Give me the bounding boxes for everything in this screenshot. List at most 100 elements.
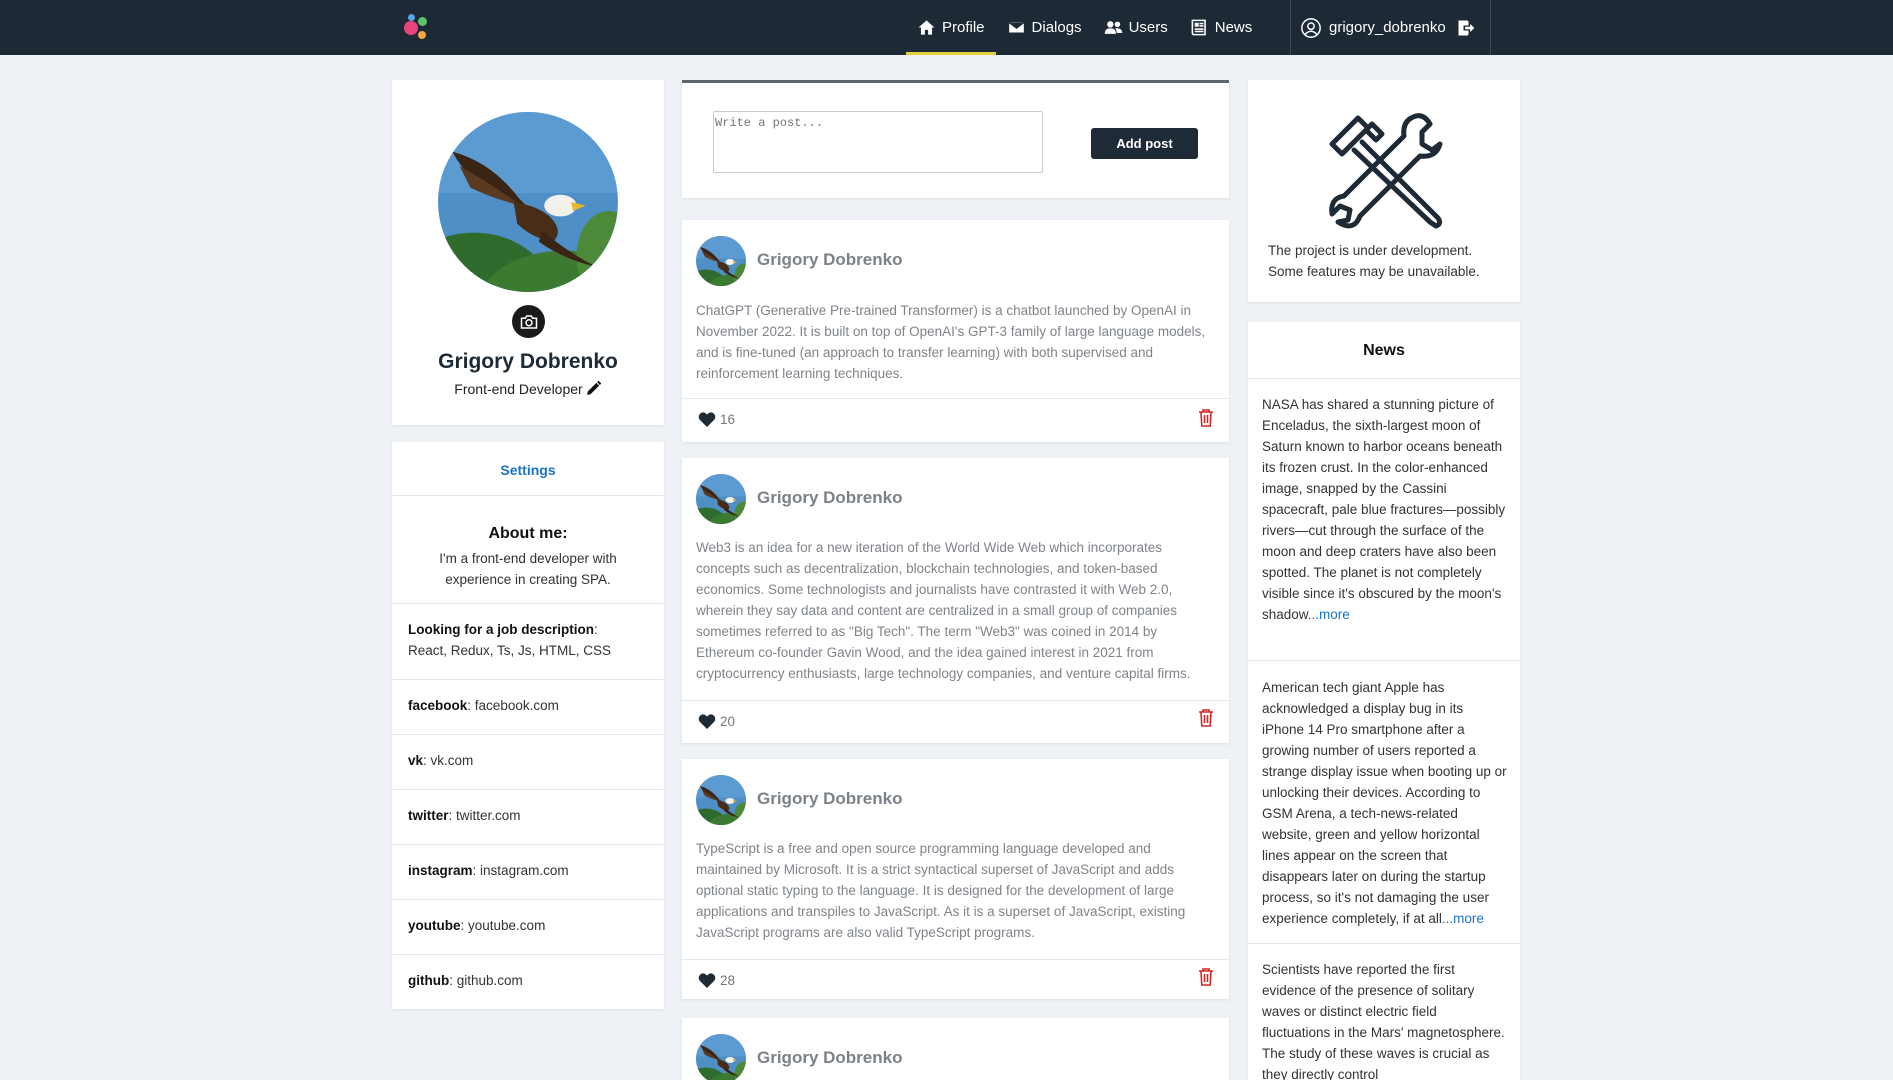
divider xyxy=(392,603,664,604)
contact-label: youtube xyxy=(408,918,461,933)
post-text: Web3 is an idea for a new iteration of t… xyxy=(696,540,1191,681)
contact-label: twitter xyxy=(408,808,449,823)
users-icon xyxy=(1104,21,1122,34)
contact-youtube: youtube: youtube.com xyxy=(408,918,546,933)
profile-card: Grigory Dobrenko Front-end Developer xyxy=(392,80,664,425)
contact-value[interactable]: twitter.com xyxy=(456,808,521,823)
post-text: ChatGPT (Generative Pre-trained Transfor… xyxy=(696,303,1206,381)
post-author: Grigory Dobrenko xyxy=(757,1048,903,1067)
news-card: News NASA has shared a stunning picture … xyxy=(1248,322,1520,1080)
post-card: Grigory Dobrenko xyxy=(682,1018,1229,1080)
news-item: NASA has shared a stunning picture of En… xyxy=(1262,394,1508,625)
divider xyxy=(682,700,1229,701)
user-circle-icon xyxy=(1301,17,1321,38)
contact-label: vk xyxy=(408,753,424,768)
like-count: 20 xyxy=(720,714,736,729)
nav-dialogs[interactable]: Dialogs xyxy=(996,0,1093,55)
top-navbar: Profile Dialogs Users News grigory_dobre… xyxy=(0,0,1893,55)
user-menu[interactable]: grigory_dobrenko xyxy=(1300,0,1476,55)
divider xyxy=(392,789,664,790)
nav-dialogs-label: Dialogs xyxy=(1031,19,1082,36)
like-button[interactable]: 20 xyxy=(698,713,735,730)
news-text: American tech giant Apple has acknowledg… xyxy=(1262,680,1507,926)
trash-icon[interactable] xyxy=(1198,968,1214,986)
news-item: American tech giant Apple has acknowledg… xyxy=(1262,677,1508,929)
divider xyxy=(1248,660,1520,661)
heart-icon xyxy=(698,714,716,729)
contact-label: github xyxy=(408,973,450,988)
contact-instagram: instagram: instagram.com xyxy=(408,863,569,878)
profile-avatar xyxy=(438,112,618,292)
pencil-icon[interactable] xyxy=(585,380,602,397)
trash-icon[interactable] xyxy=(1198,409,1214,427)
contact-value[interactable]: github.com xyxy=(457,973,523,988)
profile-status: Front-end Developer xyxy=(392,380,664,397)
nav-profile[interactable]: Profile xyxy=(906,0,996,55)
trash-icon[interactable] xyxy=(1198,709,1214,727)
post-input[interactable] xyxy=(713,111,1043,173)
camera-icon xyxy=(520,314,537,329)
dev-notice-card: The project is under development. Some f… xyxy=(1248,80,1520,302)
like-count: 28 xyxy=(720,973,736,988)
contact-value[interactable]: youtube.com xyxy=(468,918,545,933)
nav-profile-label: Profile xyxy=(942,19,985,36)
contact-value[interactable]: vk.com xyxy=(431,753,474,768)
post-avatar xyxy=(696,474,746,524)
contact-label: facebook xyxy=(408,698,468,713)
contact-github: github: github.com xyxy=(408,973,523,988)
post-avatar xyxy=(696,775,746,825)
post-text: TypeScript is a free and open source pro… xyxy=(696,841,1186,940)
contact-value[interactable]: facebook.com xyxy=(475,698,559,713)
like-button[interactable]: 16 xyxy=(698,411,735,428)
contact-twitter: twitter: twitter.com xyxy=(408,808,521,823)
nav-news[interactable]: News xyxy=(1179,0,1264,55)
change-photo-button[interactable] xyxy=(512,305,545,338)
divider xyxy=(392,495,664,496)
contact-facebook: facebook: facebook.com xyxy=(408,698,559,713)
divider xyxy=(682,959,1229,960)
logout-icon[interactable] xyxy=(1456,18,1476,38)
heart-icon xyxy=(698,973,716,988)
divider xyxy=(392,734,664,735)
post-author: Grigory Dobrenko xyxy=(757,250,903,269)
tools-icon xyxy=(1329,113,1443,229)
divider xyxy=(1248,378,1520,379)
more-link[interactable]: ...more xyxy=(1308,607,1350,622)
post-avatar xyxy=(696,1034,746,1080)
divider xyxy=(392,679,664,680)
settings-link[interactable]: Settings xyxy=(392,462,664,478)
username: grigory_dobrenko xyxy=(1329,19,1446,36)
main-nav: Profile Dialogs Users News xyxy=(906,0,1263,55)
job-value: React, Redux, Ts, Js, HTML, CSS xyxy=(408,643,612,658)
job-description: Looking for a job description: React, Re… xyxy=(408,622,612,658)
post-card: Grigory Dobrenko Web3 is an idea for a n… xyxy=(682,458,1229,743)
envelope-icon xyxy=(1007,21,1025,34)
like-button[interactable]: 28 xyxy=(698,972,735,989)
news-item: Scientists have reported the first evide… xyxy=(1262,959,1508,1080)
about-text: I'm a front-end developer with experienc… xyxy=(439,551,617,587)
dev-notice-text: The project is under development. Some f… xyxy=(1268,243,1480,279)
nav-users[interactable]: Users xyxy=(1093,0,1179,55)
post-author: Grigory Dobrenko xyxy=(757,789,903,808)
news-text: NASA has shared a stunning picture of En… xyxy=(1262,397,1506,622)
nav-users-label: Users xyxy=(1128,19,1168,36)
divider xyxy=(392,899,664,900)
nav-divider xyxy=(1490,0,1491,55)
contact-label: instagram xyxy=(408,863,473,878)
app-logo[interactable] xyxy=(400,9,432,41)
post-author: Grigory Dobrenko xyxy=(757,488,903,507)
nav-news-label: News xyxy=(1214,19,1253,36)
nav-divider xyxy=(1290,0,1291,55)
profile-status-text: Front-end Developer xyxy=(454,381,583,397)
newspaper-icon xyxy=(1191,19,1206,36)
divider xyxy=(682,398,1229,399)
more-link[interactable]: ...more xyxy=(1442,911,1484,926)
add-post-button[interactable]: Add post xyxy=(1091,128,1198,159)
contact-vk: vk: vk.com xyxy=(408,753,474,768)
contact-value[interactable]: instagram.com xyxy=(480,863,569,878)
profile-name: Grigory Dobrenko xyxy=(438,350,618,373)
divider xyxy=(392,844,664,845)
heart-icon xyxy=(698,412,716,427)
new-post-form: Add post xyxy=(682,80,1229,198)
settings-card: Settings About me: I'm a front-end devel… xyxy=(392,442,664,1009)
